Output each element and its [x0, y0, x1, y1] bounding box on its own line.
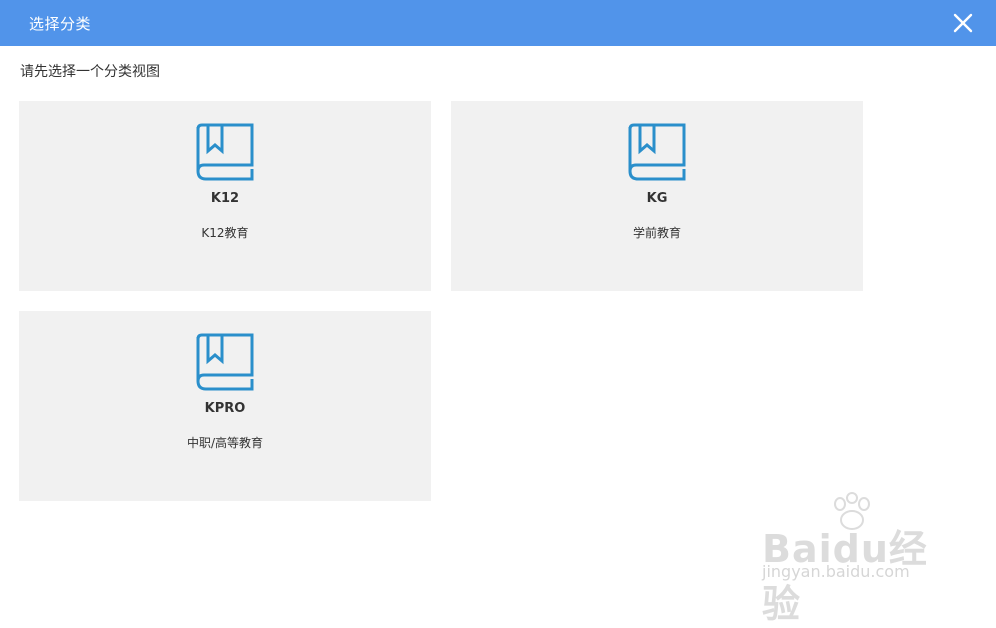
dialog-title: 选择分类 [29, 14, 92, 33]
category-code: KPRO [204, 401, 246, 416]
category-card-kg[interactable]: KG 学前教育 [451, 101, 863, 291]
category-description: K12教育 [201, 226, 249, 240]
category-code: K12 [210, 191, 240, 206]
category-code: KG [646, 191, 668, 206]
instruction-text: 请先选择一个分类视图 [20, 64, 160, 80]
book-icon [194, 121, 256, 183]
close-button[interactable] [952, 12, 974, 34]
category-card-kpro[interactable]: KPRO 中职/高等教育 [19, 311, 431, 501]
book-icon [194, 331, 256, 393]
watermark-url: jingyan.baidu.com [762, 562, 910, 581]
baidu-watermark: Baidu经验 jingyan.baidu.com [760, 492, 950, 626]
book-icon [626, 121, 688, 183]
category-description: 学前教育 [632, 226, 681, 240]
dialog-header: 选择分类 [0, 0, 996, 46]
close-icon [953, 13, 973, 33]
category-description: 中职/高等教育 [186, 436, 264, 450]
category-card-k12[interactable]: K12 K12教育 [19, 101, 431, 291]
